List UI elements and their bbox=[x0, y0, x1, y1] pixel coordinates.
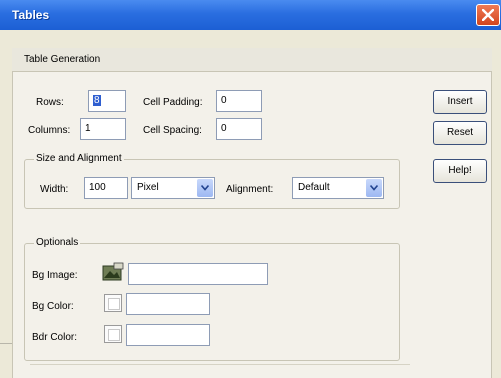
width-value: 100 bbox=[89, 182, 106, 193]
bg-color-picker[interactable] bbox=[104, 294, 122, 312]
columns-input[interactable]: 1 bbox=[80, 118, 126, 140]
columns-value: 1 bbox=[85, 123, 91, 134]
optionals-title: Optionals bbox=[34, 237, 81, 248]
rows-label: Rows: bbox=[36, 97, 64, 108]
width-label: Width: bbox=[40, 184, 69, 195]
bg-color-input[interactable] bbox=[126, 293, 210, 315]
width-unit-dropdown-button[interactable] bbox=[197, 179, 213, 197]
divider bbox=[30, 364, 410, 365]
cell-padding-label: Cell Padding: bbox=[143, 97, 203, 108]
bg-color-label: Bg Color: bbox=[32, 301, 74, 312]
bg-image-label: Bg Image: bbox=[32, 270, 78, 281]
rows-value: 8 bbox=[93, 95, 101, 106]
bdr-color-input[interactable] bbox=[126, 324, 210, 346]
cell-spacing-input[interactable]: 0 bbox=[216, 118, 262, 140]
bdr-color-label: Bdr Color: bbox=[32, 332, 78, 343]
image-icon[interactable] bbox=[102, 262, 124, 282]
alignment-select[interactable]: Default bbox=[292, 177, 384, 199]
close-button[interactable] bbox=[476, 4, 500, 26]
width-input[interactable]: 100 bbox=[84, 177, 128, 199]
title-bar[interactable]: Tables bbox=[0, 0, 501, 30]
alignment-label: Alignment: bbox=[226, 184, 274, 195]
chevron-down-icon bbox=[201, 185, 209, 191]
table-generation-title: Table Generation bbox=[24, 54, 101, 65]
cell-spacing-label: Cell Spacing: bbox=[143, 125, 202, 136]
window-title: Tables bbox=[12, 8, 50, 22]
cell-padding-value: 0 bbox=[221, 95, 227, 106]
divider bbox=[0, 343, 12, 344]
reset-button[interactable]: Reset bbox=[433, 121, 487, 145]
rows-input[interactable]: 8 bbox=[88, 90, 126, 112]
size-alignment-title: Size and Alignment bbox=[34, 153, 124, 164]
close-icon bbox=[482, 9, 494, 21]
columns-label: Columns: bbox=[28, 125, 71, 136]
alignment-dropdown-button[interactable] bbox=[366, 179, 382, 197]
bdr-color-picker[interactable] bbox=[104, 325, 122, 343]
width-unit-value: Pixel bbox=[137, 182, 159, 193]
cell-spacing-value: 0 bbox=[221, 123, 227, 134]
cell-padding-input[interactable]: 0 bbox=[216, 90, 262, 112]
bg-image-input[interactable] bbox=[128, 263, 268, 285]
optionals-group bbox=[24, 243, 400, 361]
table-generation-header: Table Generation bbox=[12, 48, 492, 72]
alignment-value: Default bbox=[298, 182, 330, 193]
help-button[interactable]: Help! bbox=[433, 159, 487, 183]
insert-button[interactable]: Insert bbox=[433, 90, 487, 114]
width-unit-select[interactable]: Pixel bbox=[131, 177, 215, 199]
chevron-down-icon bbox=[370, 185, 378, 191]
tables-dialog: Tables Table Generation Rows: 8 Columns:… bbox=[0, 0, 501, 378]
